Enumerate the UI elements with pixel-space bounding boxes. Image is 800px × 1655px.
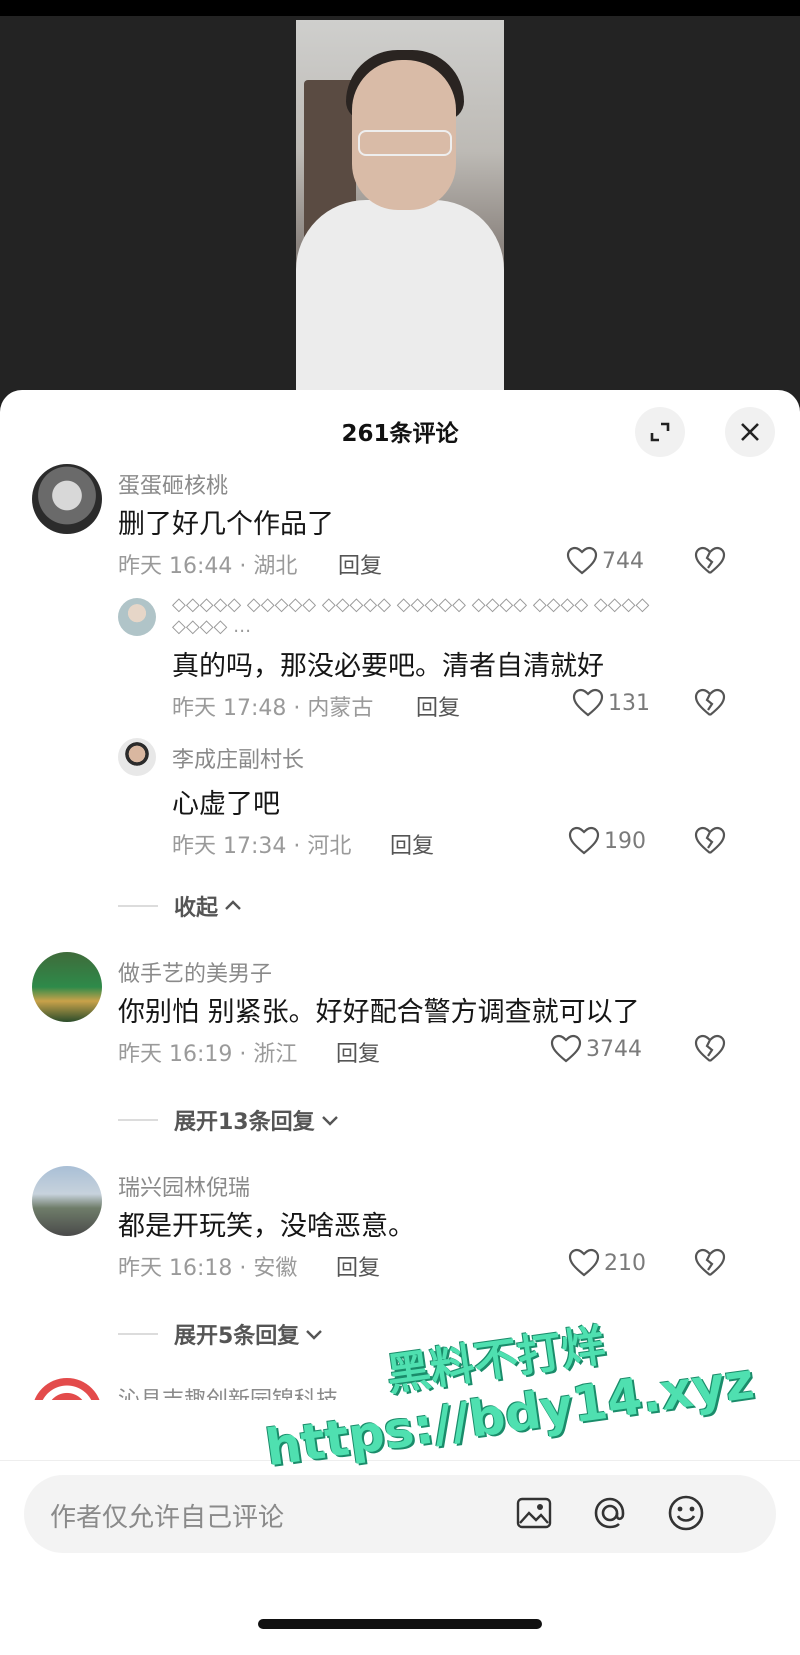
collapse-label: 收起 <box>174 896 219 921</box>
mention-icon[interactable] <box>588 1491 632 1535</box>
expand-replies-button[interactable]: 展开13条回复 <box>118 1104 341 1136</box>
chevron-down-icon <box>306 1330 323 1340</box>
close-button[interactable] <box>725 407 775 457</box>
comment-username[interactable]: 李成庄副村长 <box>172 742 304 774</box>
expand-replies-button[interactable]: 展开5条回复 <box>118 1318 325 1350</box>
broken-heart-icon[interactable] <box>694 1034 726 1064</box>
comment-text: 心虚了吧 <box>172 789 280 820</box>
avatar[interactable] <box>118 598 156 636</box>
expand-button[interactable] <box>635 407 685 457</box>
video-thumbnail[interactable] <box>296 20 504 396</box>
chevron-up-icon <box>225 900 241 910</box>
broken-heart-icon[interactable] <box>694 1248 726 1278</box>
expand-icon <box>650 422 670 442</box>
emoji-icon[interactable] <box>664 1491 708 1535</box>
comment-username[interactable]: 蛋蛋砸核桃 <box>118 468 228 500</box>
reply-button[interactable]: 回复 <box>390 828 434 860</box>
like-count: 3744 <box>586 1036 642 1062</box>
like-button[interactable]: 3744 <box>550 1034 642 1064</box>
comment-text: 删了好几个作品了 <box>118 509 334 540</box>
avatar[interactable] <box>32 952 102 1022</box>
comment-meta: 昨天 16:44 · 湖北 <box>118 554 298 579</box>
comment-text: 都是开玩笑，没啥恶意。 <box>118 1211 415 1242</box>
comment-username[interactable]: 瑞兴园林倪瑞 <box>118 1170 250 1202</box>
comment-input-placeholder: 作者仅允许自己评论 <box>50 1503 285 1533</box>
broken-heart-icon[interactable] <box>694 826 726 856</box>
video-player[interactable] <box>0 16 800 400</box>
like-count: 131 <box>608 690 650 716</box>
like-count: 210 <box>604 1250 646 1276</box>
heart-icon <box>550 1034 582 1063</box>
broken-heart-icon[interactable] <box>694 688 726 718</box>
comment-input[interactable]: 作者仅允许自己评论 <box>24 1475 776 1553</box>
comment-meta: 昨天 17:34 · 河北 <box>172 834 352 859</box>
comment-meta: 昨天 17:48 · 内蒙古 <box>172 696 374 721</box>
chevron-down-icon <box>321 1116 338 1126</box>
home-indicator <box>258 1619 542 1629</box>
status-bar <box>0 0 800 16</box>
like-button[interactable]: 744 <box>566 546 644 576</box>
comment-username[interactable]: 做手艺的美男子 <box>118 956 272 988</box>
reply-button[interactable]: 回复 <box>336 1250 380 1282</box>
comment-input-bar: 作者仅允许自己评论 <box>0 1460 800 1655</box>
comment-username[interactable]: ◇◇◇◇◇ ◇◇◇◇◇ ◇◇◇◇◇ ◇◇◇◇◇ ◇◇◇◇ ◇◇◇◇ ◇◇◇◇ ◇… <box>172 594 662 640</box>
heart-icon <box>568 1248 600 1277</box>
like-button[interactable]: 190 <box>568 826 646 856</box>
like-count: 190 <box>604 828 646 854</box>
like-count: 744 <box>602 548 644 574</box>
avatar[interactable] <box>32 464 102 534</box>
heart-icon <box>568 826 600 855</box>
expand-label: 展开13条回复 <box>174 1110 315 1135</box>
avatar[interactable] <box>118 738 156 776</box>
reply-button[interactable]: 回复 <box>416 690 460 722</box>
heart-icon <box>572 688 604 717</box>
close-icon <box>741 423 759 441</box>
comment-meta: 昨天 16:19 · 浙江 <box>118 1042 298 1067</box>
comment-text: 真的吗，那没必要吧。清者自清就好 <box>172 651 604 682</box>
like-button[interactable]: 131 <box>572 688 650 718</box>
heart-icon <box>566 546 598 575</box>
reply-button[interactable]: 回复 <box>338 548 382 580</box>
broken-heart-icon[interactable] <box>694 546 726 576</box>
comment-text: 你别怕 别紧张。好好配合警方调查就可以了 <box>118 997 640 1028</box>
comment-username[interactable]: 沁县吉趣创新园锦科技 <box>118 1382 338 1400</box>
avatar[interactable] <box>32 1166 102 1236</box>
expand-label: 展开5条回复 <box>174 1324 300 1349</box>
avatar[interactable] <box>32 1378 102 1400</box>
like-button[interactable]: 210 <box>568 1248 646 1278</box>
image-icon[interactable] <box>512 1491 556 1535</box>
reply-button[interactable]: 回复 <box>336 1036 380 1068</box>
comment-meta: 昨天 16:18 · 安徽 <box>118 1256 298 1281</box>
collapse-replies-button[interactable]: 收起 <box>118 890 244 922</box>
